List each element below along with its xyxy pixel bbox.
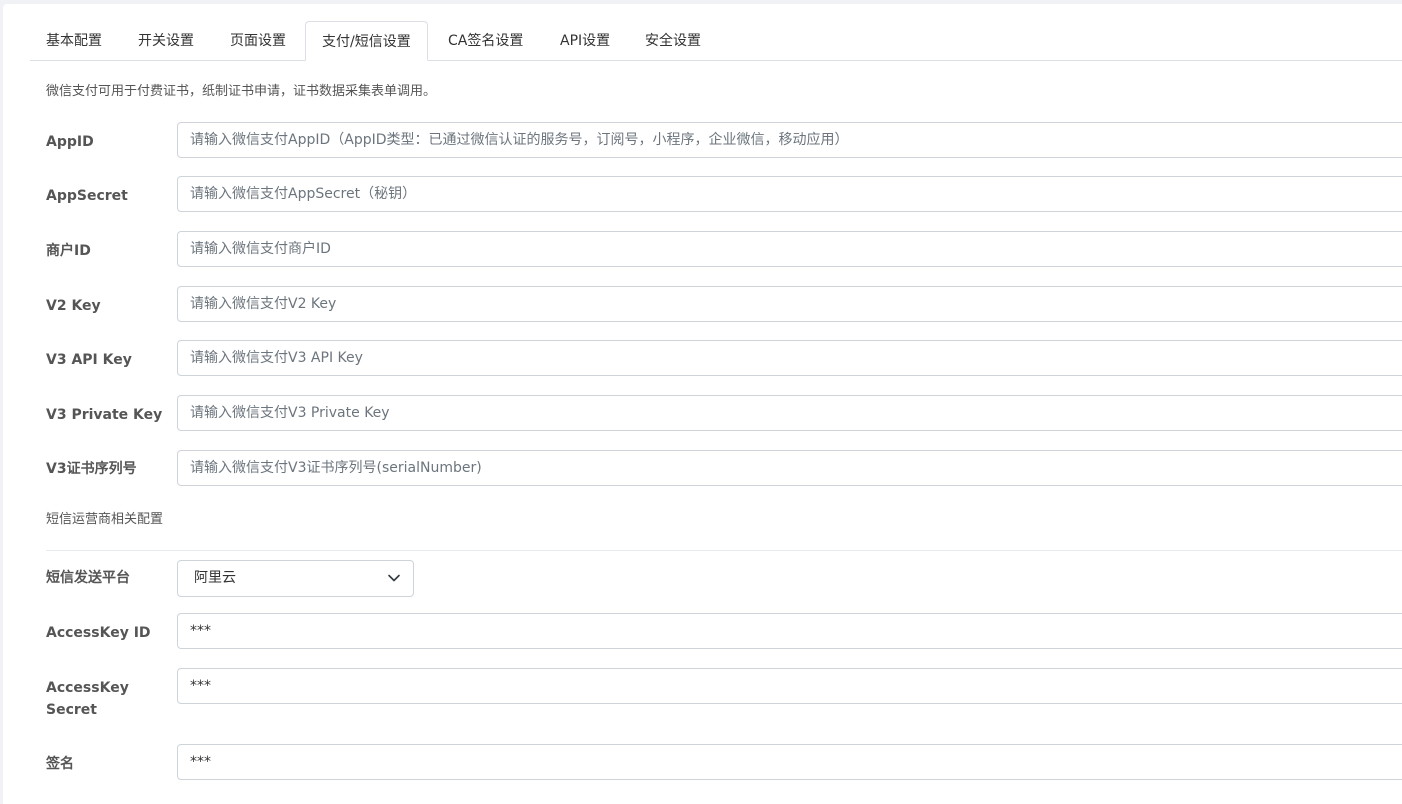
- signature-label: 签名: [46, 756, 74, 772]
- v3-private-key-input[interactable]: [177, 395, 1402, 431]
- chevron-down-icon: [388, 574, 400, 582]
- settings-tabs: 基本配置 开关设置 页面设置 支付/短信设置 CA签名设置 API设置 安全设置: [30, 21, 1402, 61]
- merchant-id-label: 商户ID: [46, 243, 91, 259]
- appid-label: AppID: [46, 134, 94, 150]
- v3-serial-number-label: V3证书序列号: [46, 461, 137, 477]
- tab-ca-signature-settings[interactable]: CA签名设置: [448, 21, 523, 59]
- tab-payment-sms-settings[interactable]: 支付/短信设置: [305, 21, 428, 61]
- v2-key-input[interactable]: [177, 286, 1402, 322]
- tab-basic-config[interactable]: 基本配置: [46, 21, 102, 59]
- accesskey-id-label: AccessKey ID: [46, 625, 151, 641]
- appsecret-label: AppSecret: [46, 188, 128, 204]
- tab-api-settings[interactable]: API设置: [560, 21, 610, 59]
- v3-api-key-input[interactable]: [177, 340, 1402, 376]
- accesskey-secret-input[interactable]: [177, 668, 1402, 704]
- appid-input[interactable]: [177, 122, 1402, 158]
- sms-platform-value: 阿里云: [194, 570, 236, 586]
- wechat-pay-hint: 微信支付可用于付费证书，纸制证书申请，证书数据采集表单调用。: [46, 84, 437, 99]
- section-divider: [46, 550, 1402, 551]
- tab-page-settings[interactable]: 页面设置: [230, 21, 286, 59]
- accesskey-id-input[interactable]: [177, 613, 1402, 649]
- accesskey-secret-label: AccessKey Secret: [46, 680, 129, 718]
- sms-platform-label: 短信发送平台: [46, 570, 130, 586]
- v2-key-label: V2 Key: [46, 298, 101, 314]
- v3-serial-number-input[interactable]: [177, 450, 1402, 486]
- tab-security-settings[interactable]: 安全设置: [645, 21, 701, 59]
- appsecret-input[interactable]: [177, 176, 1402, 212]
- sms-config-hint: 短信运营商相关配置: [46, 512, 164, 527]
- merchant-id-input[interactable]: [177, 231, 1402, 267]
- tab-switch-settings[interactable]: 开关设置: [138, 21, 194, 59]
- v3-api-key-label: V3 API Key: [46, 352, 132, 368]
- v3-private-key-label: V3 Private Key: [46, 407, 163, 423]
- signature-input[interactable]: [177, 744, 1402, 780]
- sms-platform-select[interactable]: 阿里云: [177, 560, 414, 597]
